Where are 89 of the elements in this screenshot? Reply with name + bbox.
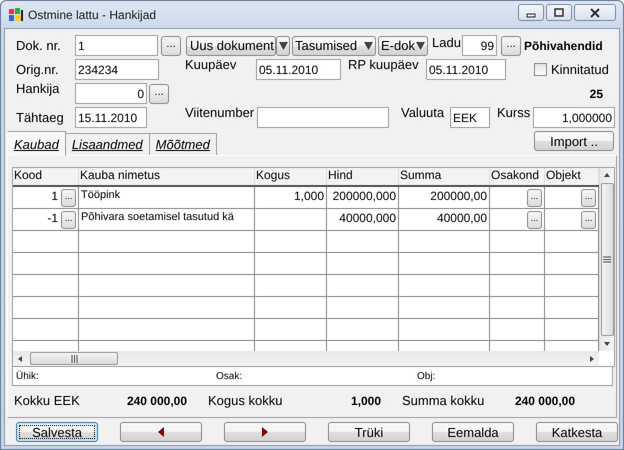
table-cell: 40000,000 — [339, 211, 396, 225]
horizontal-scrollbar[interactable] — [13, 351, 599, 366]
supplier-field[interactable]: 0 — [75, 83, 147, 104]
column-header: Kood — [13, 168, 79, 185]
field-label: Dok. nr. — [16, 38, 62, 53]
total-label: Kokku EEK — [14, 393, 81, 408]
tab[interactable]: Kaubad — [7, 131, 66, 156]
info-label: Obj: — [417, 370, 436, 382]
field-label: Tähtaeg — [16, 110, 65, 125]
browse-button[interactable]: ... — [161, 36, 181, 56]
total-label: Summa kokku — [402, 393, 482, 408]
maximize-button[interactable] — [546, 4, 572, 21]
scroll-thumb[interactable] — [600, 183, 614, 336]
table-cell: 40000,00 — [436, 211, 487, 225]
grip-icon — [70, 354, 78, 362]
dropdown-icon — [278, 41, 288, 50]
field-label: Orig.nr. — [16, 62, 60, 77]
browse-button[interactable]: ... — [527, 189, 542, 207]
browse-button[interactable]: ... — [61, 189, 76, 207]
dropdown-icon — [364, 41, 373, 50]
column-header: Summa — [399, 168, 490, 185]
right-arrow-icon — [262, 427, 268, 437]
table-cell: 200000,00 — [430, 189, 487, 203]
warehouse-name: Põhivahendid — [524, 38, 603, 52]
next-button[interactable] — [224, 422, 306, 442]
currency-field[interactable]: EEK — [450, 107, 490, 128]
info-label: Ühik: — [16, 370, 40, 382]
table-cell: 1,000 — [294, 189, 324, 203]
field-label: Hankija — [16, 81, 60, 96]
checkbox[interactable] — [534, 63, 547, 76]
date-field[interactable]: 05.11.2010 — [426, 59, 506, 80]
table-cell: -1 — [47, 211, 58, 225]
minimize-button[interactable] — [518, 4, 544, 21]
warehouse-field[interactable]: 99 — [462, 35, 497, 56]
action-button[interactable]: Salvesta — [16, 422, 98, 442]
field-label: Kuupäev — [185, 57, 238, 72]
maximize-icon — [553, 8, 565, 18]
count-text: 25 — [590, 86, 603, 100]
reference-number-field[interactable] — [257, 107, 389, 128]
total-value: 1,000 — [350, 394, 381, 408]
action-button[interactable]: Trüki — [328, 422, 410, 442]
vertical-scrollbar[interactable] — [599, 168, 614, 351]
field-label: Ladu — [432, 35, 462, 50]
original-number-field[interactable]: 234234 — [75, 59, 159, 80]
scroll-thumb[interactable] — [30, 352, 118, 365]
field-label: Kurss — [497, 105, 532, 120]
document-number-field[interactable]: 1 — [75, 35, 158, 56]
browse-button[interactable]: ... — [61, 211, 76, 229]
column-header: Osakond — [490, 168, 545, 185]
dropdown-icon — [416, 41, 425, 50]
column-header: Kogus — [255, 168, 327, 185]
left-arrow-icon — [158, 427, 164, 437]
tab[interactable]: Lisaandmed — [66, 133, 150, 155]
rate-field[interactable]: 1,000000 — [533, 107, 615, 128]
e-doc-dropdown-button[interactable]: E-dok — [378, 36, 428, 56]
import-button[interactable]: Import .. — [534, 131, 614, 151]
total-label: Kogus kokku — [208, 393, 284, 408]
close-button[interactable] — [574, 4, 616, 21]
new-document-button[interactable]: Uus dokument — [186, 36, 276, 56]
grip-icon — [603, 256, 611, 263]
info-label: Osak: — [216, 370, 244, 382]
browse-button[interactable]: ... — [527, 211, 542, 229]
browse-button[interactable]: ... — [581, 211, 596, 229]
field-label: Viitenumber — [185, 105, 256, 120]
payments-dropdown-button[interactable]: Tasumised — [292, 36, 376, 56]
browse-button[interactable]: ... — [581, 189, 596, 207]
column-header: Hind — [327, 168, 399, 185]
due-date-field[interactable]: 15.11.2010 — [75, 107, 147, 128]
action-button[interactable]: Katkesta — [536, 422, 618, 442]
total-value: 240 000,00 — [126, 394, 187, 408]
table-cell: Põhivara soetamisel tasutud kä — [81, 211, 234, 223]
checkbox-label: Kinnitatud — [551, 62, 609, 77]
close-icon — [589, 8, 601, 18]
dropdown-button[interactable] — [276, 36, 290, 56]
previous-button[interactable] — [120, 422, 202, 442]
browse-button[interactable]: ... — [501, 36, 521, 56]
date-field[interactable]: 05.11.2010 — [256, 59, 341, 80]
table-cell: 1 — [51, 189, 58, 203]
table-cell: 200000,000 — [332, 189, 396, 203]
window-title: Ostmine lattu - Hankijad — [28, 8, 156, 22]
column-header: Kauba nimetus — [79, 168, 255, 185]
action-button[interactable]: Eemalda — [432, 422, 514, 442]
field-label: Valuuta — [401, 105, 446, 120]
browse-button[interactable]: ... — [149, 84, 169, 104]
tab[interactable]: Mõõtmed — [150, 133, 217, 155]
field-label: RP kuupäev — [348, 57, 420, 72]
app-icon — [8, 6, 24, 22]
table-cell: Tööpink — [81, 189, 120, 201]
total-value: 240 000,00 — [514, 394, 575, 408]
